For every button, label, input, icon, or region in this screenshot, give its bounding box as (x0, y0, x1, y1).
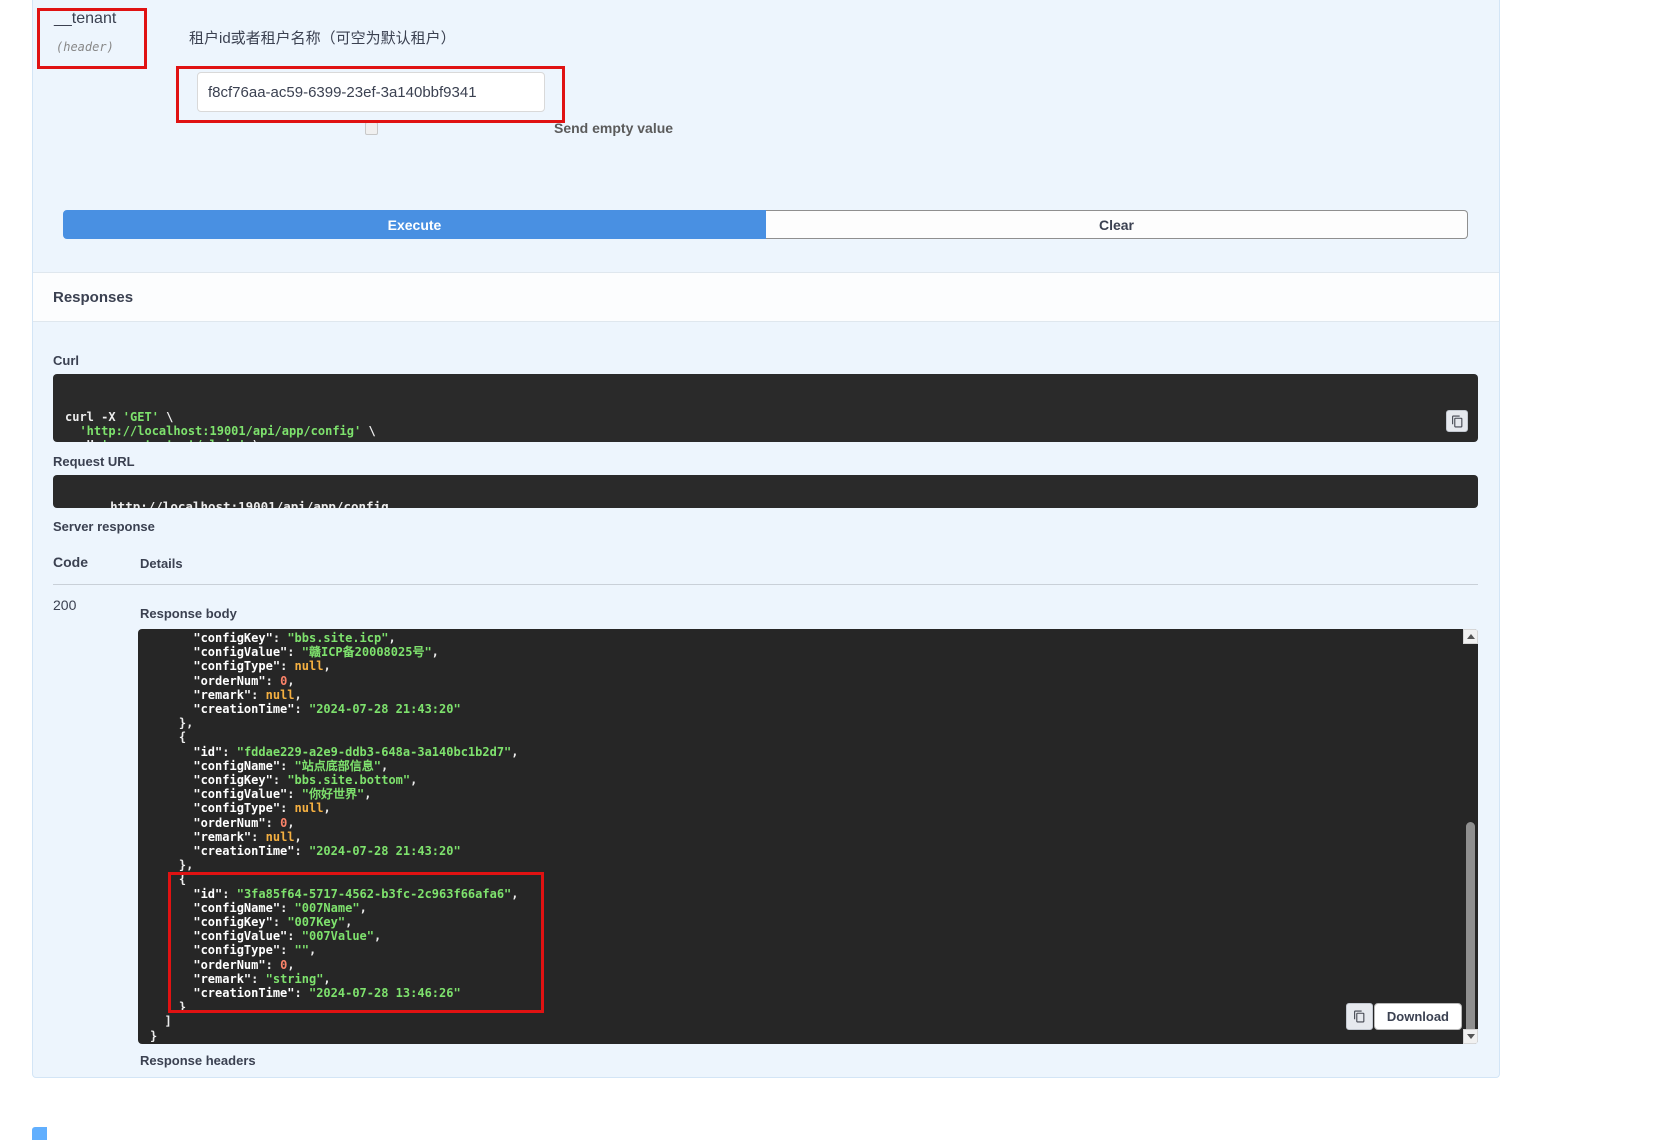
response-body-block: "configKey": "bbs.site.icp", "configValu… (138, 629, 1478, 1044)
scrollbar-thumb[interactable] (1466, 822, 1475, 1035)
triangle-up-icon (1467, 634, 1475, 639)
clear-button[interactable]: Clear (766, 210, 1468, 239)
next-endpoint-fragment[interactable] (32, 1127, 47, 1140)
parameter-description: 租户id或者租户名称（可空为默认租户） (189, 27, 456, 48)
curl-command-text: curl -X 'GET' \ 'http://localhost:19001/… (65, 410, 1466, 442)
curl-label: Curl (53, 353, 79, 368)
responses-section-header: Responses (33, 272, 1499, 322)
swagger-page: __tenant (header) 租户id或者租户名称（可空为默认租户） Se… (0, 0, 1667, 1140)
request-url-label: Request URL (53, 454, 135, 469)
tenant-input[interactable] (197, 72, 545, 112)
parameter-location: (header) (56, 40, 114, 54)
server-response-label: Server response (53, 519, 155, 534)
send-empty-value-label: Send empty value (554, 120, 673, 136)
action-button-group: Execute Clear (63, 210, 1468, 239)
response-body-label: Response body (140, 606, 237, 621)
send-empty-value-checkbox[interactable] (365, 122, 378, 135)
scroll-up-arrow[interactable] (1463, 629, 1478, 644)
response-scrollbar (1463, 629, 1478, 1044)
parameter-name: __tenant (54, 10, 116, 28)
details-column-header: Details (140, 556, 183, 571)
execute-button[interactable]: Execute (63, 210, 766, 239)
copy-response-button[interactable] (1346, 1003, 1373, 1030)
clipboard-icon (1353, 1010, 1366, 1023)
copy-curl-button[interactable] (1446, 410, 1468, 432)
clipboard-icon (1451, 415, 1464, 428)
get-endpoint-block: __tenant (header) 租户id或者租户名称（可空为默认租户） Se… (32, 0, 1500, 1078)
download-button[interactable]: Download (1374, 1003, 1462, 1030)
table-divider (53, 584, 1478, 585)
response-headers-label: Response headers (140, 1053, 256, 1068)
scroll-down-arrow[interactable] (1463, 1029, 1478, 1044)
triangle-down-icon (1467, 1034, 1475, 1039)
curl-command-block: curl -X 'GET' \ 'http://localhost:19001/… (53, 374, 1478, 442)
responses-title: Responses (53, 289, 133, 306)
response-body-json: "configKey": "bbs.site.icp", "configValu… (150, 631, 1462, 1044)
request-url-block: http://localhost:19001/api/app/config (53, 475, 1478, 508)
code-column-header: Code (53, 554, 88, 570)
status-code: 200 (53, 597, 76, 613)
request-url-text: http://localhost:19001/api/app/config (110, 499, 388, 508)
